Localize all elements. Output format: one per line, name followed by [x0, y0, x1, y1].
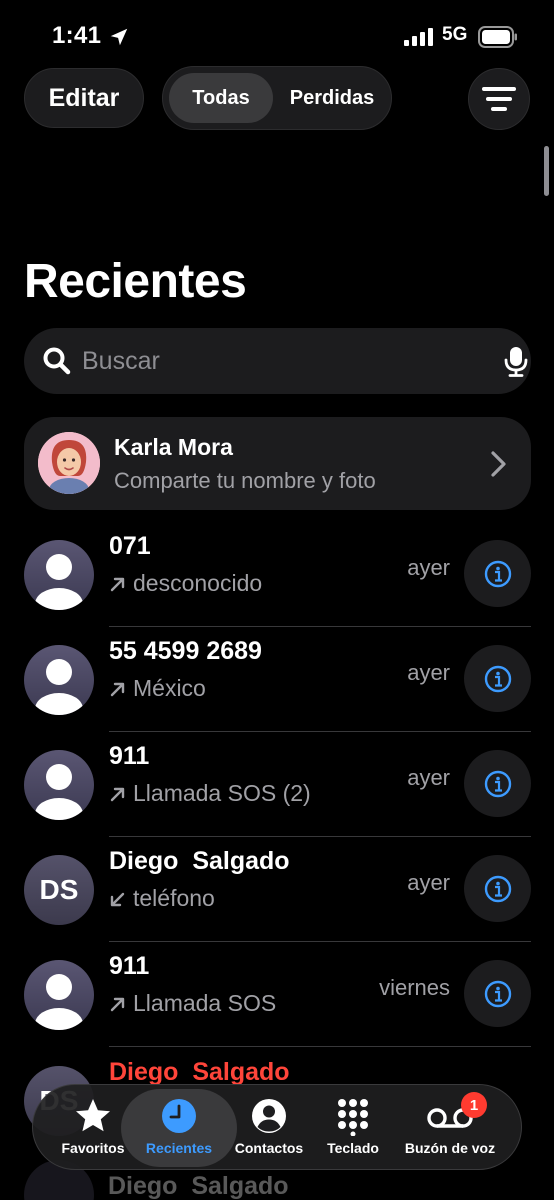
call-detail: Llamada SOS (2): [109, 780, 311, 807]
call-detail: desconocido: [109, 570, 262, 597]
search-input[interactable]: [82, 328, 462, 394]
person-silhouette-icon: [35, 554, 83, 610]
call-name: 911: [109, 742, 150, 770]
outgoing-call-arrow-icon: [110, 787, 125, 801]
person-avatar: [24, 540, 94, 610]
person-silhouette-icon: [35, 659, 83, 715]
call-detail-text: desconocido: [133, 570, 263, 596]
call-detail-text: Llamada SOS: [133, 990, 277, 1016]
page-title: Recientes: [24, 255, 247, 308]
info-button[interactable]: [464, 855, 531, 922]
tab-recents[interactable]: Recientes: [121, 1085, 237, 1171]
info-icon: [484, 770, 511, 797]
row-separator: [109, 836, 531, 837]
row-separator: [109, 941, 531, 942]
call-time: viernes: [379, 975, 450, 1000]
info-button[interactable]: [464, 540, 531, 607]
call-row[interactable]: 911 Llamada SOS viernes: [0, 952, 554, 1065]
info-icon: [484, 665, 511, 692]
filter-lines-icon: [482, 87, 516, 111]
phone-recents-screen: 1:41 5G Editar Todas Perdidas Recientes: [0, 0, 554, 1200]
person-silhouette-icon: [35, 974, 83, 1030]
status-bar: 1:41 5G: [0, 20, 554, 56]
search-bar: [24, 328, 531, 394]
profile-subtitle: Comparte tu nombre y foto: [114, 468, 376, 493]
call-detail: teléfono: [109, 885, 215, 912]
location-arrow-icon: [110, 28, 128, 46]
clock-icon: [162, 1099, 196, 1133]
call-name: Diego Salgado: [109, 1058, 290, 1086]
info-button[interactable]: [464, 750, 531, 817]
tab-contacts[interactable]: Contactos: [229, 1085, 309, 1171]
memoji-image: [38, 432, 100, 494]
row-separator: [109, 1046, 531, 1047]
call-detail-text: México: [133, 675, 206, 701]
person-circle-icon: [252, 1099, 286, 1133]
info-icon: [484, 560, 511, 587]
call-filter-segmented-control: Todas Perdidas: [162, 66, 392, 130]
cellular-signal-icon: [404, 28, 433, 46]
call-name: Diego Salgado: [109, 847, 290, 875]
memoji-avatar: [38, 432, 100, 494]
search-icon: [43, 347, 71, 375]
segment-missed[interactable]: Perdidas: [277, 73, 387, 123]
tab-label: Buzón de voz: [404, 1140, 496, 1156]
call-detail-text: teléfono: [133, 885, 215, 911]
call-time: ayer: [407, 555, 450, 580]
tab-keypad[interactable]: Teclado: [313, 1085, 393, 1171]
info-button[interactable]: [464, 960, 531, 1027]
call-time: ayer: [407, 660, 450, 685]
network-type: 5G: [442, 24, 468, 45]
tab-voicemail[interactable]: Buzón de voz 1: [395, 1085, 505, 1171]
info-icon: [484, 875, 511, 902]
edit-button[interactable]: Editar: [24, 68, 144, 128]
person-avatar: [24, 645, 94, 715]
battery-icon: [478, 26, 517, 48]
person-avatar: [24, 960, 94, 1030]
voicemail-badge: 1: [461, 1092, 487, 1118]
tab-label: Contactos: [234, 1140, 304, 1156]
filter-button[interactable]: [468, 68, 530, 130]
call-name: 55 4599 2689: [109, 637, 262, 665]
row-separator: [109, 731, 531, 732]
person-avatar: [24, 750, 94, 820]
info-icon: [484, 980, 511, 1007]
call-detail: México: [109, 675, 206, 702]
call-time: ayer: [407, 870, 450, 895]
tab-bar: Favoritos Recientes Contactos Teclado Bu…: [32, 1084, 522, 1170]
outgoing-call-arrow-icon: [110, 997, 125, 1011]
call-row[interactable]: DS Diego Salgado teléfono ayer: [0, 847, 554, 960]
scroll-indicator[interactable]: [544, 146, 549, 196]
incoming-call-arrow-icon: [110, 892, 125, 906]
call-detail-text: Llamada SOS (2): [133, 780, 311, 806]
call-name: 911: [109, 952, 150, 980]
info-button[interactable]: [464, 645, 531, 712]
star-icon: [76, 1099, 110, 1132]
tab-label: Teclado: [327, 1140, 379, 1156]
outgoing-call-arrow-icon: [110, 577, 125, 591]
call-detail: Llamada SOS: [109, 990, 276, 1017]
person-silhouette-icon: [35, 764, 83, 820]
initials-avatar: DS: [24, 855, 94, 925]
row-separator: [109, 626, 531, 627]
call-row[interactable]: 071 desconocido ayer: [0, 532, 554, 645]
chevron-right-icon: [491, 451, 506, 477]
call-time: ayer: [407, 765, 450, 790]
keypad-icon: [338, 1099, 368, 1136]
share-name-photo-card[interactable]: Karla Mora Comparte tu nombre y foto: [24, 417, 531, 510]
tab-label: Favoritos: [61, 1140, 125, 1156]
segment-all[interactable]: Todas: [169, 73, 273, 123]
status-time: 1:41: [52, 22, 102, 49]
call-name: 071: [109, 532, 151, 560]
call-row[interactable]: 55 4599 2689 México ayer: [0, 637, 554, 750]
scrolled-row-ghost: Diego Salgado: [108, 1172, 289, 1200]
outgoing-call-arrow-icon: [110, 682, 125, 696]
tab-label: Recientes: [145, 1140, 213, 1156]
call-row[interactable]: 911 Llamada SOS (2) ayer: [0, 742, 554, 855]
profile-name: Karla Mora: [114, 434, 233, 460]
microphone-icon[interactable]: [500, 345, 532, 377]
